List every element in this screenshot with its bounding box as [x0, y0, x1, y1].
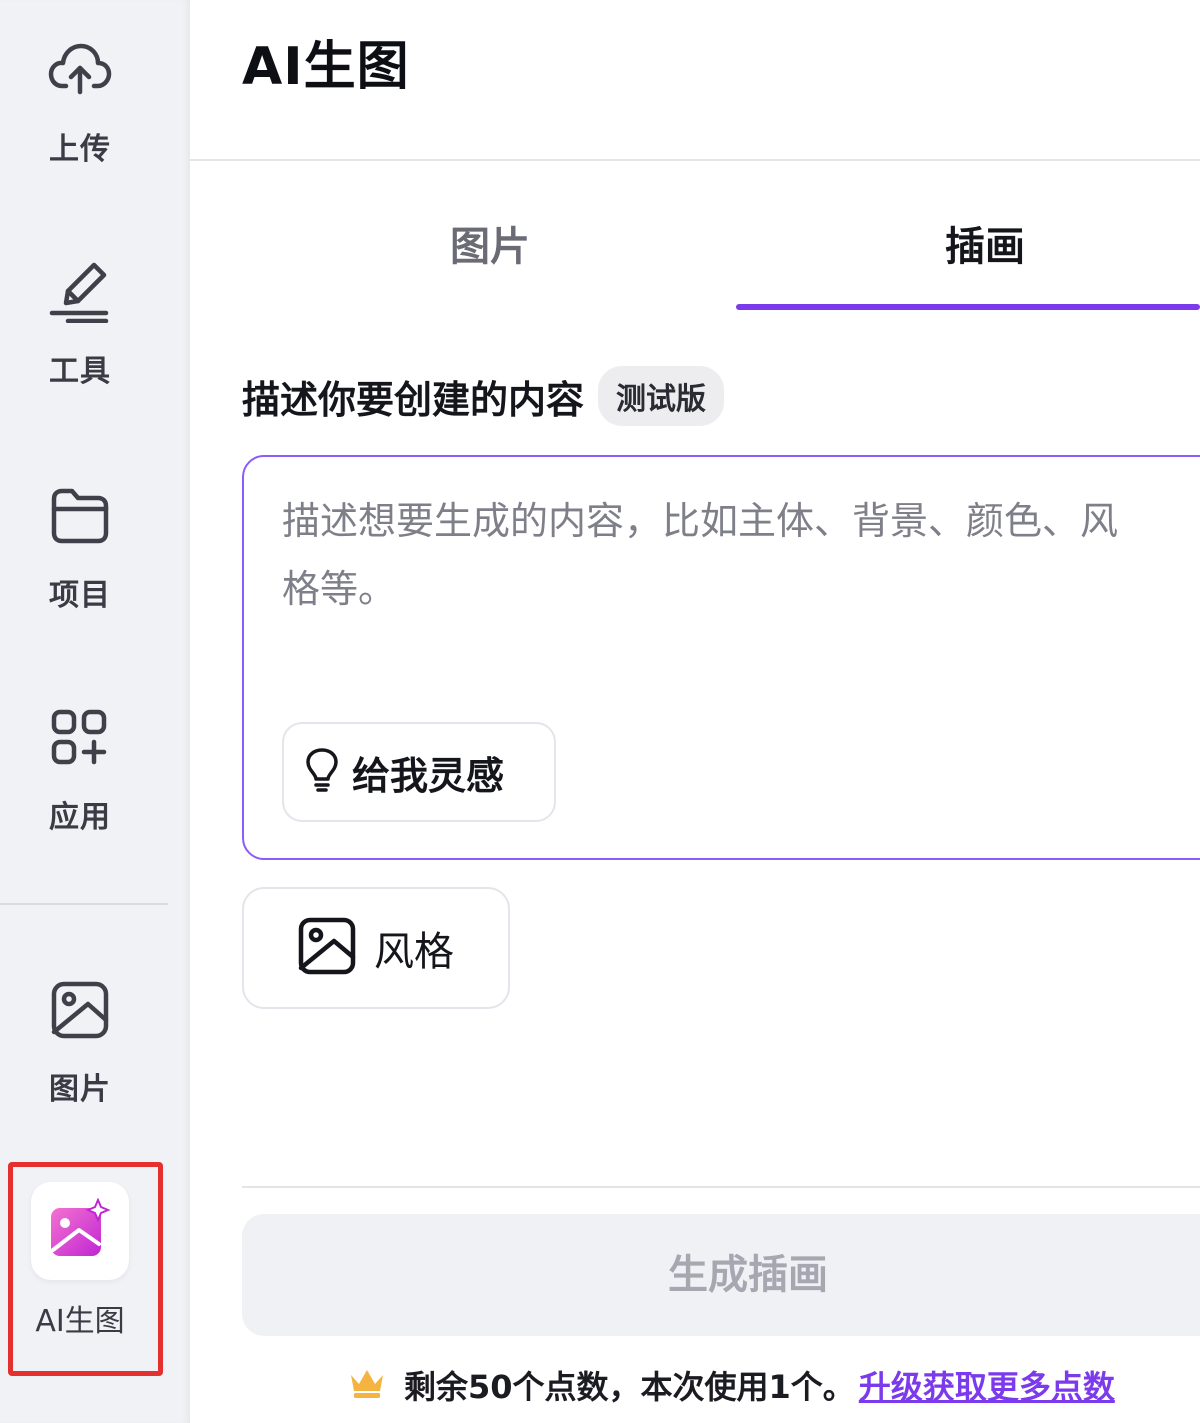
sidebar-item-images[interactable]: 图片	[0, 978, 160, 1108]
lightbulb-icon	[304, 747, 340, 797]
credits-remaining-text: 剩余50个点数，本次使用1个。	[404, 1368, 855, 1406]
page-title: AI生图	[242, 37, 410, 97]
cloud-upload-icon	[48, 38, 112, 102]
sidebar-divider	[0, 903, 168, 905]
sidebar-item-ai-image-label: AI生图	[35, 1304, 125, 1339]
sidebar-item-ai-image[interactable]	[31, 1182, 129, 1280]
pen-tool-icon	[48, 260, 112, 324]
header-divider	[190, 159, 1200, 161]
sidebar-item-label: 应用	[49, 800, 111, 835]
sidebar-item-label: 项目	[49, 578, 111, 613]
sidebar-item-apps[interactable]: 应用	[0, 706, 160, 836]
upgrade-credits-link[interactable]: 升级获取更多点数	[859, 1362, 1115, 1408]
beta-badge: 测试版	[598, 366, 725, 426]
sidebar: 上传 工具 项目 应用 图片 AI生图	[0, 0, 190, 1423]
ai-magic-image-icon	[49, 1197, 111, 1264]
sidebar-item-label: 图片	[49, 1072, 111, 1107]
prompt-section-header: 描述你要创建的内容 测试版	[242, 366, 725, 426]
inspire-me-button[interactable]: 给我灵感	[282, 722, 556, 822]
style-button-label: 风格	[374, 929, 454, 975]
sidebar-item-tools[interactable]: 工具	[0, 260, 160, 390]
apps-grid-icon	[48, 706, 112, 770]
style-button[interactable]: 风格	[242, 887, 510, 1009]
credits-info: 剩余50个点数，本次使用1个。 升级获取更多点数	[348, 1362, 1115, 1408]
folder-icon	[48, 484, 112, 548]
sidebar-item-upload[interactable]: 上传	[0, 38, 160, 168]
generate-illustration-button[interactable]: 生成插画	[242, 1214, 1200, 1336]
inspire-me-label: 给我灵感	[352, 753, 505, 798]
active-tab-indicator	[736, 304, 1200, 310]
sidebar-item-projects[interactable]: 项目	[0, 484, 160, 614]
crown-icon	[348, 1367, 386, 1403]
sidebar-item-label: 工具	[49, 354, 111, 389]
sidebar-item-label: 上传	[49, 132, 111, 167]
tab-illustration[interactable]: 插画	[900, 214, 1070, 272]
generate-button-label: 生成插画	[668, 1252, 828, 1298]
prompt-input[interactable]	[282, 487, 1152, 647]
prompt-box: 给我灵感	[242, 455, 1200, 860]
footer-divider	[242, 1186, 1200, 1188]
prompt-section-title: 描述你要创建的内容	[242, 377, 585, 422]
image-icon	[298, 917, 356, 979]
image-icon	[48, 978, 112, 1042]
tab-image[interactable]: 图片	[420, 214, 560, 272]
